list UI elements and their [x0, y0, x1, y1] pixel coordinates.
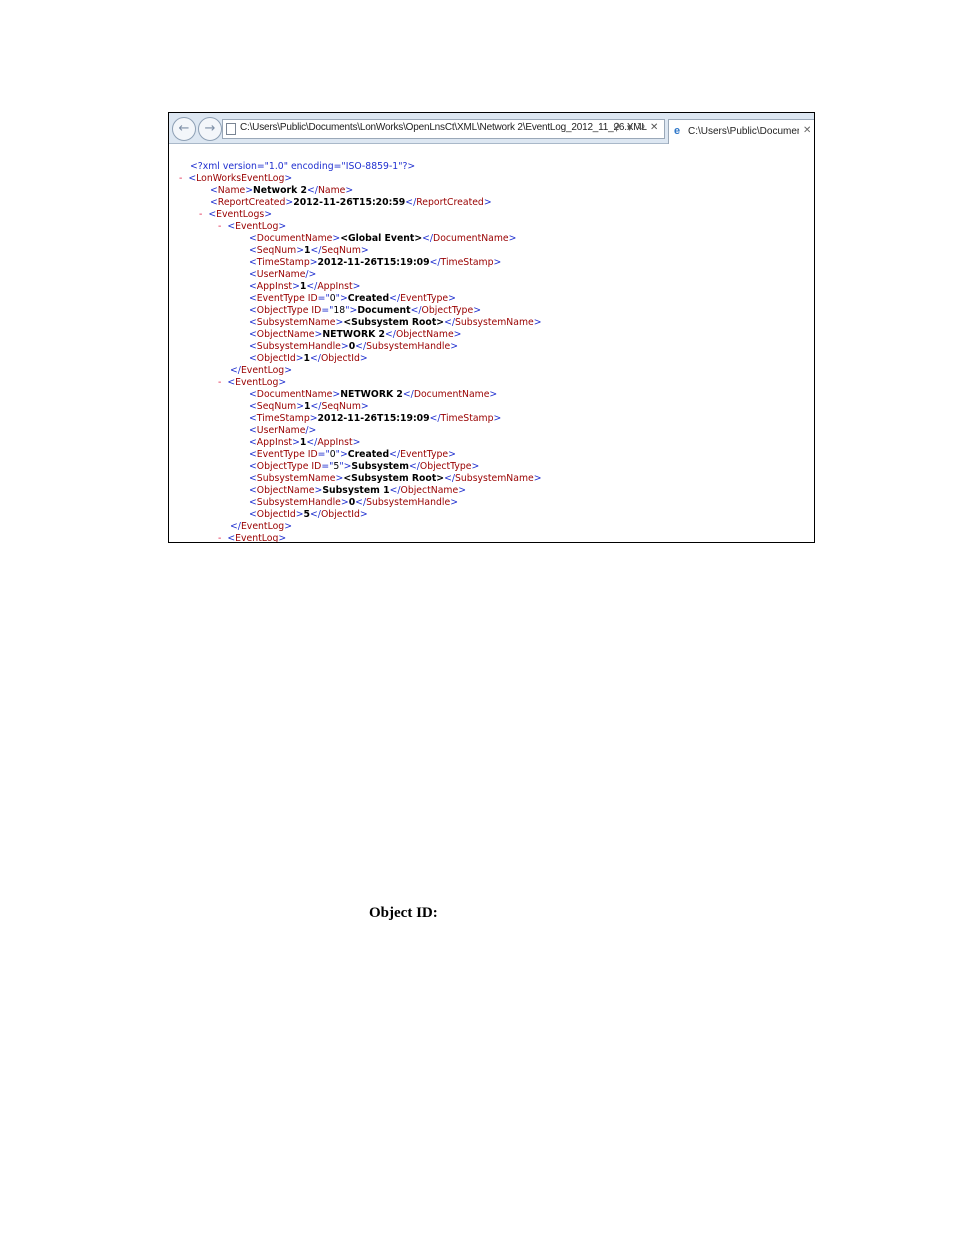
- xml-eventlogs-open: - <EventLogs>: [199, 209, 273, 220]
- xml-reportcreated-line: <ReportCreated>2012-11-26T15:20:59</Repo…: [210, 197, 492, 208]
- xml-field-line: <AppInst>1</AppInst>: [249, 281, 361, 292]
- collapse-toggle[interactable]: -: [179, 173, 182, 184]
- xml-root-open: - <LonWorksEventLog>: [179, 173, 293, 184]
- xml-field-line: <SeqNum>1</SeqNum>: [249, 401, 369, 412]
- xml-eventlog-open: - <EventLog>: [218, 221, 287, 232]
- xml-field-line: <ObjectType ID="18">Document</ObjectType…: [249, 305, 481, 316]
- xml-name-line: <Name>Network 2</Name>: [210, 185, 354, 196]
- xml-field-line: <ObjectName>Subsystem 1</ObjectName>: [249, 485, 467, 496]
- xml-field-line: <ObjectType ID="5">Subsystem</ObjectType…: [249, 461, 480, 472]
- xml-declaration: <?xml version="1.0" encoding="ISO-8859-1…: [190, 161, 416, 172]
- xml-field-line: <SeqNum>1</SeqNum>: [249, 245, 369, 256]
- xml-field-line: <ObjectId>5</ObjectId>: [249, 509, 368, 520]
- xml-field-line: <EventType ID="0">Created</EventType>: [249, 449, 456, 460]
- browser-tab[interactable]: e C:\Users\Public\Document... ✕: [668, 119, 814, 144]
- collapse-toggle[interactable]: -: [218, 221, 221, 232]
- xml-eventlog-open: - <EventLog>: [218, 377, 287, 388]
- xml-field-line: <TimeStamp>2012-11-26T15:19:09</TimeStam…: [249, 413, 502, 424]
- tab-close-icon[interactable]: ✕: [803, 125, 811, 136]
- collapse-toggle[interactable]: -: [218, 533, 221, 542]
- object-id-label: Object ID:: [369, 905, 438, 921]
- ie-icon: e: [674, 125, 681, 137]
- xml-field-line: <DocumentName>NETWORK 2</DocumentName>: [249, 389, 498, 400]
- browser-screenshot: ← → C:\Users\Public\Documents\LonWorks\O…: [168, 112, 815, 543]
- xml-field-line: <TimeStamp>2012-11-26T15:19:09</TimeStam…: [249, 257, 502, 268]
- refresh-icon[interactable]: ↻: [637, 122, 645, 133]
- address-bar[interactable]: C:\Users\Public\Documents\LonWorks\OpenL…: [222, 119, 665, 139]
- xml-field-line: <SubsystemName><Subsystem Root></Subsyst…: [249, 473, 542, 484]
- xml-eventlog-close: </EventLog>: [230, 521, 292, 532]
- xml-field-line: <SubsystemHandle>0</SubsystemHandle>: [249, 341, 458, 352]
- xml-field-line: <UserName/>: [249, 425, 317, 436]
- xml-field-line: <DocumentName><Global Event></DocumentNa…: [249, 233, 517, 244]
- xml-field-line: <EventType ID="0">Created</EventType>: [249, 293, 456, 304]
- xml-field-line: <ObjectId>1</ObjectId>: [249, 353, 368, 364]
- dropdown-icon[interactable]: ▼: [627, 124, 632, 132]
- browser-toolbar: ← → C:\Users\Public\Documents\LonWorks\O…: [169, 113, 814, 144]
- forward-arrow-icon[interactable]: →: [198, 117, 222, 141]
- back-arrow-icon[interactable]: ←: [172, 117, 196, 141]
- xml-field-line: <SubsystemHandle>0</SubsystemHandle>: [249, 497, 458, 508]
- xml-eventlog-close: </EventLog>: [230, 365, 292, 376]
- xml-field-line: <UserName/>: [249, 269, 317, 280]
- xml-field-line: <SubsystemName><Subsystem Root></Subsyst…: [249, 317, 542, 328]
- xml-field-line: <ObjectName>NETWORK 2</ObjectName>: [249, 329, 462, 340]
- collapse-toggle[interactable]: -: [199, 209, 202, 220]
- xml-field-line: <AppInst>1</AppInst>: [249, 437, 361, 448]
- page-icon: [226, 123, 236, 135]
- xml-eventlog-open: - <EventLog>: [218, 533, 287, 543]
- xml-viewer: <?xml version="1.0" encoding="ISO-8859-1…: [169, 143, 814, 542]
- search-icon[interactable]: ⚲: [613, 122, 620, 133]
- close-icon[interactable]: ✕: [650, 122, 658, 133]
- tab-title: C:\Users\Public\Document...: [688, 126, 799, 137]
- collapse-toggle[interactable]: -: [218, 377, 221, 388]
- address-text[interactable]: C:\Users\Public\Documents\LonWorks\OpenL…: [240, 122, 647, 133]
